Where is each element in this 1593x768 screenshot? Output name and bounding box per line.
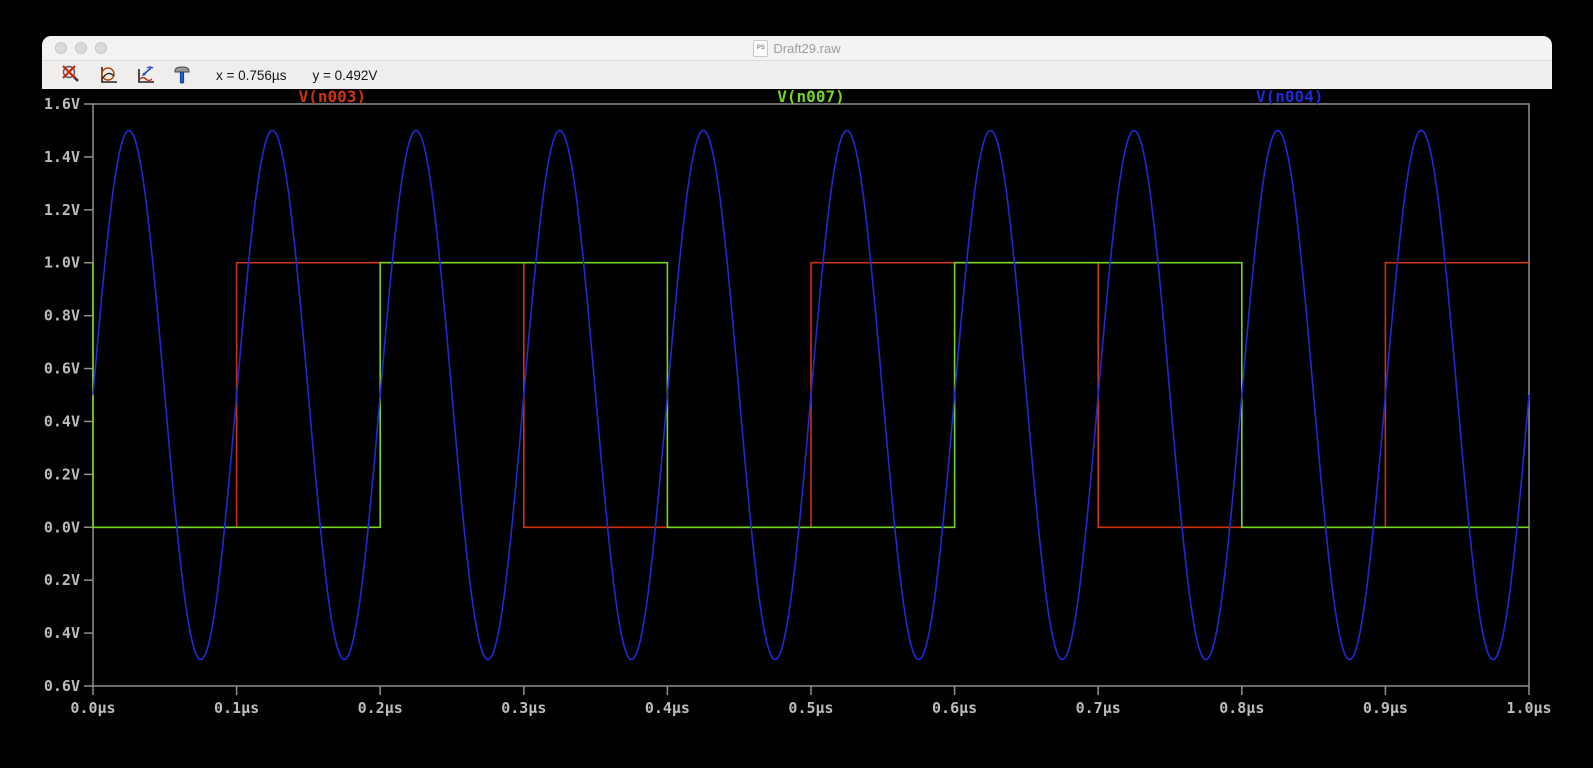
trace-V(n004) (93, 131, 1529, 660)
zoom-fit-icon (96, 63, 120, 87)
autorange-icon (133, 63, 157, 87)
y-tick-label: 0.6V (44, 360, 80, 378)
window-title: Draft29.raw (773, 41, 840, 56)
titlebar: PS Draft29.raw (42, 36, 1552, 61)
y-tick-label: 1.0V (44, 254, 80, 272)
waveform-plot-canvas[interactable]: 1.6V 1.4V 1.2V 1.0V 0.8V 0.6V 0.4V 0.2V 0.0V -0.2… (42, 89, 1552, 744)
desktop-background: { "window": { "title": "Draft29.raw", "p… (0, 0, 1593, 768)
x-tick-label: 0.9µs (1363, 699, 1408, 717)
minimize-button[interactable] (75, 42, 87, 54)
x-tick-label: 0.1µs (214, 699, 259, 717)
trace-label-V(n007)[interactable]: V(n007) (777, 89, 844, 106)
trace-label-V(n003)[interactable]: V(n003) (299, 89, 366, 106)
y-tick-label: 1.2V (44, 201, 80, 219)
hammer-icon (170, 63, 194, 87)
close-button[interactable] (55, 42, 67, 54)
zoom-button[interactable] (95, 42, 107, 54)
y-tick-label: -0.4V (42, 624, 80, 642)
cursor-x-readout: x = 0.756µs (216, 68, 286, 83)
cursor-y-readout: y = 0.492V (312, 68, 377, 83)
waveform-viewer-window: PS Draft29.raw (42, 36, 1552, 744)
autorange-button[interactable] (132, 63, 158, 87)
y-tick-label: 1.6V (44, 95, 80, 113)
y-tick-label: 0.4V (44, 412, 80, 430)
y-tick-label: 0.2V (44, 465, 80, 483)
traffic-lights (55, 42, 107, 54)
waveform-plot[interactable]: 1.6V 1.4V 1.2V 1.0V 0.8V 0.6V 0.4V 0.2V 0.0V -0.2… (42, 89, 1552, 744)
title-group: PS Draft29.raw (753, 40, 840, 57)
x-tick-label: 0.2µs (358, 699, 403, 717)
cursor-readout: x = 0.756µs y = 0.492V (216, 68, 377, 83)
x-tick-label: 0.7µs (1076, 699, 1121, 717)
zoom-fit-button[interactable] (95, 63, 121, 87)
x-tick-label: 0.6µs (932, 699, 977, 717)
document-proxy-icon: PS (753, 40, 768, 57)
x-tick-label: 0.5µs (788, 699, 833, 717)
control-panel-button[interactable] (169, 63, 195, 87)
x-tick-label: 0.3µs (501, 699, 546, 717)
zoom-back-button[interactable] (58, 63, 84, 87)
toolbar: x = 0.756µs y = 0.492V (42, 61, 1552, 89)
y-tick-label: 1.4V (44, 148, 80, 166)
x-tick-label: 1.0µs (1506, 699, 1551, 717)
y-tick-label: -0.6V (42, 677, 80, 695)
y-tick-label: 0.8V (44, 307, 80, 325)
zoom-back-icon (59, 63, 83, 87)
trace-label-V(n004)[interactable]: V(n004) (1256, 89, 1323, 106)
y-tick-label: 0.0V (44, 518, 80, 536)
x-tick-label: 0.8µs (1219, 699, 1264, 717)
x-tick-label: 0.0µs (70, 699, 115, 717)
x-tick-label: 0.4µs (645, 699, 690, 717)
y-tick-label: -0.2V (42, 571, 80, 589)
